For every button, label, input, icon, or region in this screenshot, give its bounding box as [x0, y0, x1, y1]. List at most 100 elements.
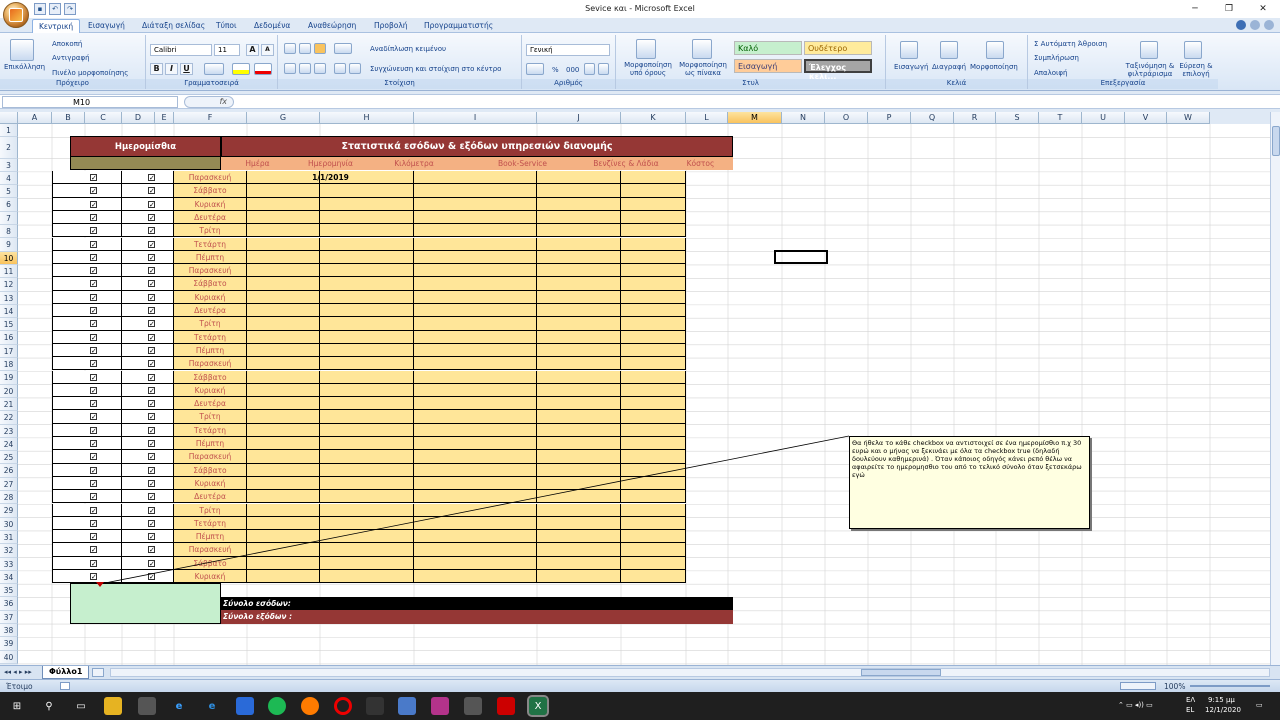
row-header[interactable]: 11: [0, 264, 18, 279]
app-icon[interactable]: [138, 697, 156, 715]
column-header[interactable]: W: [1167, 112, 1210, 124]
fx-icon[interactable]: fx: [184, 96, 234, 108]
row-header[interactable]: 6: [0, 198, 18, 212]
row-header[interactable]: 38: [0, 624, 18, 638]
worksheet-grid[interactable]: Ημερομίσθια Στατιστικά εσόδων & εξόδων υ…: [18, 124, 1270, 665]
align-center-icon[interactable]: [299, 63, 311, 74]
conditional-format-button[interactable]: Μορφοποίηση υπό όρους: [620, 61, 676, 77]
help-icon[interactable]: [1236, 20, 1246, 30]
row-header[interactable]: 20: [0, 384, 18, 398]
column-header[interactable]: J: [537, 112, 621, 124]
column-header[interactable]: L: [686, 112, 728, 124]
row-header[interactable]: 14: [0, 304, 18, 319]
align-top-icon[interactable]: [284, 43, 296, 54]
column-header[interactable]: T: [1039, 112, 1082, 124]
column-header[interactable]: B: [52, 112, 85, 124]
vertical-scrollbar[interactable]: [1270, 112, 1280, 665]
row-header[interactable]: 15: [0, 318, 18, 332]
column-header[interactable]: F: [174, 112, 247, 124]
column-header[interactable]: G: [247, 112, 320, 124]
grow-font-button[interactable]: A: [246, 44, 259, 56]
hscroll-thumb[interactable]: [861, 669, 941, 676]
style-input[interactable]: Εισαγωγή: [734, 59, 802, 73]
delete-cells-button[interactable]: Διαγραφή: [932, 63, 966, 71]
autosum-button[interactable]: Σ Αυτόματη Άθροιση: [1034, 40, 1107, 48]
copy-button[interactable]: Αντιγραφή: [52, 54, 90, 62]
row-header[interactable]: 2: [0, 137, 18, 159]
indent-decrease-icon[interactable]: [334, 63, 346, 74]
office-button[interactable]: [3, 2, 29, 28]
excel-taskbar-icon[interactable]: X: [527, 695, 549, 717]
store-icon[interactable]: [236, 697, 254, 715]
windows-start-icon[interactable]: ⊞: [8, 697, 26, 715]
macro-record-icon[interactable]: [60, 682, 70, 690]
row-header[interactable]: 37: [0, 610, 18, 625]
row-header[interactable]: 21: [0, 397, 18, 412]
doc-close-icon[interactable]: [1264, 20, 1274, 30]
increase-decimal-icon[interactable]: [584, 63, 595, 75]
comment-box[interactable]: Θα ήθελα το κάθε checkbox να αντιστοιχεί…: [849, 436, 1090, 529]
column-header[interactable]: I: [414, 112, 537, 124]
zoom-level[interactable]: 100%: [1164, 682, 1185, 691]
row-header[interactable]: 39: [0, 637, 18, 651]
row-header[interactable]: 27: [0, 477, 18, 492]
row-header[interactable]: 26: [0, 464, 18, 478]
spotify-icon[interactable]: [268, 697, 286, 715]
row-header[interactable]: 30: [0, 517, 18, 531]
paste-button[interactable]: Επικόλληση: [4, 63, 45, 71]
align-right-icon[interactable]: [314, 63, 326, 74]
column-header[interactable]: D: [122, 112, 155, 124]
row-header[interactable]: 25: [0, 451, 18, 465]
format-table-icon[interactable]: [692, 39, 712, 59]
opera-icon[interactable]: [334, 697, 352, 715]
row-header[interactable]: 9: [0, 238, 18, 252]
row-header[interactable]: 29: [0, 504, 18, 518]
row-header[interactable]: 1: [0, 124, 18, 138]
sort-filter-button[interactable]: Ταξινόμηση & φιλτράρισμα: [1122, 62, 1178, 78]
column-header[interactable]: O: [825, 112, 868, 124]
column-header[interactable]: H: [320, 112, 414, 124]
insert-cells-icon[interactable]: [900, 41, 918, 59]
row-header[interactable]: 10: [0, 251, 18, 265]
sheet-tab-1[interactable]: Φύλλο1: [42, 666, 90, 679]
column-header[interactable]: R: [954, 112, 996, 124]
merge-center-button[interactable]: Συγχώνευση και στοίχιση στο κέντρο: [370, 65, 501, 73]
app2-icon[interactable]: [398, 697, 416, 715]
find-select-icon[interactable]: [1184, 41, 1202, 59]
zoom-slider[interactable]: [1190, 685, 1270, 687]
column-header[interactable]: U: [1082, 112, 1125, 124]
style-neutral[interactable]: Ουδέτερο: [804, 41, 872, 55]
align-bottom-icon[interactable]: [314, 43, 326, 54]
row-header[interactable]: 34: [0, 570, 18, 585]
insert-cells-button[interactable]: Εισαγωγή: [894, 63, 928, 71]
first-date-cell[interactable]: 1/1/2019: [294, 171, 367, 184]
indent-increase-icon[interactable]: [349, 63, 361, 74]
app3-icon[interactable]: [497, 697, 515, 715]
tab-view[interactable]: Προβολή: [368, 19, 414, 33]
row-header[interactable]: 7: [0, 211, 18, 226]
clock-time[interactable]: 9:15 μμ: [1208, 696, 1235, 704]
bold-button[interactable]: B: [150, 63, 163, 75]
ie-icon[interactable]: e: [203, 697, 221, 715]
row-header[interactable]: 19: [0, 371, 18, 385]
firefox-icon[interactable]: [301, 697, 319, 715]
row-header[interactable]: 4: [0, 171, 18, 186]
find-select-button[interactable]: Εύρεση & επιλογή: [1176, 62, 1216, 78]
fill-color-icon[interactable]: [232, 63, 250, 75]
column-header[interactable]: K: [621, 112, 686, 124]
column-header[interactable]: P: [868, 112, 911, 124]
formula-input[interactable]: [240, 96, 1270, 108]
font-name-select[interactable]: Calibri: [150, 44, 212, 56]
format-painter-button[interactable]: Πινέλο μορφοποίησης: [52, 69, 128, 77]
column-header[interactable]: M: [728, 112, 782, 124]
column-header[interactable]: A: [18, 112, 52, 124]
row-header[interactable]: 28: [0, 491, 18, 505]
row-header[interactable]: 12: [0, 278, 18, 292]
borders-icon[interactable]: [204, 63, 224, 75]
column-header[interactable]: Q: [911, 112, 954, 124]
row-header[interactable]: 3: [0, 158, 18, 172]
edge-legacy-icon[interactable]: e: [170, 697, 188, 715]
style-good[interactable]: Καλό: [734, 41, 802, 55]
terminal-icon[interactable]: [366, 697, 384, 715]
paint-icon[interactable]: [431, 697, 449, 715]
